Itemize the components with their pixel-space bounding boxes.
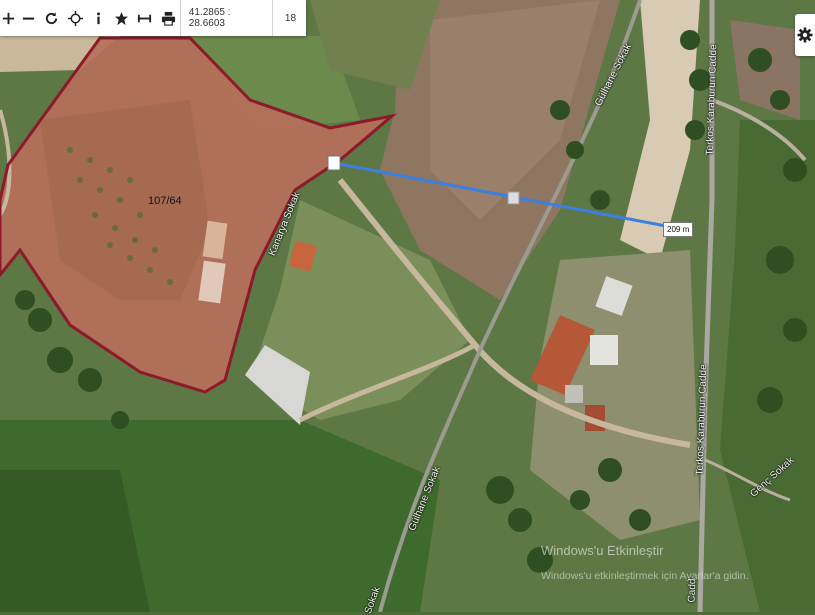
measure-start-handle	[327, 155, 341, 171]
locate-button[interactable]	[63, 0, 86, 36]
zoom-level-readout: 18	[284, 12, 297, 24]
ruler-icon	[138, 14, 152, 22]
settings-button[interactable]	[795, 14, 815, 56]
street-label-terkos-bottom: Cadd	[686, 578, 699, 603]
refresh-icon	[46, 11, 58, 24]
print-button[interactable]	[157, 0, 180, 36]
info-icon	[96, 11, 100, 24]
coordinates-readout: 41.2865 : 28.6603	[188, 7, 231, 29]
parcel-label[interactable]: 107/64	[148, 195, 182, 207]
measure-button[interactable]	[133, 0, 156, 36]
info-button[interactable]	[87, 0, 110, 36]
activation-watermark-title: Windows'u Etkinleştir	[541, 543, 664, 558]
zoom-out-button[interactable]	[17, 0, 40, 36]
star-icon	[115, 11, 129, 25]
distance-label: 209 m	[663, 222, 694, 237]
gear-icon	[797, 27, 813, 43]
crosshair-icon	[67, 10, 83, 26]
refresh-button[interactable]	[40, 0, 63, 36]
satellite-map[interactable]	[0, 0, 815, 612]
minus-icon	[22, 17, 35, 20]
printer-icon	[161, 11, 175, 26]
zoom-in-button[interactable]	[0, 0, 17, 36]
plus-icon	[2, 12, 15, 24]
activation-watermark-subtitle: Windows'u etkinleştirmek için Ayarlar'a …	[541, 570, 749, 582]
measure-mid-handle	[507, 191, 520, 205]
favorite-button[interactable]	[110, 0, 133, 36]
map-toolbar: 41.2865 : 28.6603 18	[0, 0, 306, 36]
